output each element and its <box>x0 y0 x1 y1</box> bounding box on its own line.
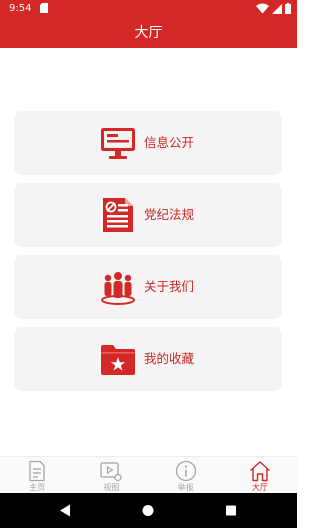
menu-item-about-us[interactable]: 关于我们 <box>14 255 282 319</box>
video-play-icon <box>100 462 122 482</box>
back-icon <box>60 504 70 517</box>
battery-icon <box>285 3 291 14</box>
page-title: 大厅 <box>134 25 163 41</box>
tab-label: 举报 <box>177 483 194 492</box>
status-icons <box>256 3 291 14</box>
home-circle-icon <box>142 505 154 516</box>
menu-item-my-favorites[interactable]: 我的收藏 <box>14 327 282 391</box>
system-nav-bar <box>0 493 297 528</box>
home-icon <box>249 461 270 482</box>
tab-label: 大厅 <box>251 483 268 492</box>
document-page-icon <box>29 460 45 482</box>
home-button[interactable] <box>128 493 168 528</box>
recents-icon <box>226 505 236 516</box>
menu-item-label: 信息公开 <box>144 135 195 150</box>
info-circle-icon <box>175 460 196 482</box>
monitor-icon <box>101 128 135 159</box>
menu-item-label: 党纪法规 <box>144 207 195 222</box>
signal-icon <box>272 3 282 14</box>
tab-hall[interactable]: 大厅 <box>223 457 297 493</box>
app-bar: 大厅 <box>0 17 297 48</box>
back-button[interactable] <box>46 493 86 528</box>
tab-label: 视图 <box>103 483 120 492</box>
menu-item-label: 我的收藏 <box>144 351 195 366</box>
status-time: 9:54 <box>9 3 32 14</box>
tab-home-page[interactable]: 主页 <box>0 457 74 493</box>
tab-label: 主页 <box>29 483 46 492</box>
bottom-nav: 主页 视图 举报 大厅 <box>0 456 297 493</box>
people-group-icon <box>101 272 135 305</box>
wifi-icon <box>256 3 269 14</box>
menu-item-party-regulations[interactable]: 党纪法规 <box>14 183 282 247</box>
status-bar: 9:54 <box>0 0 297 17</box>
recents-button[interactable] <box>211 493 251 528</box>
party-document-icon <box>103 198 133 232</box>
tab-view[interactable]: 视图 <box>74 457 148 493</box>
tab-report[interactable]: 举报 <box>149 457 223 493</box>
sim-card-icon <box>40 3 48 13</box>
menu-item-label: 关于我们 <box>144 279 195 294</box>
star-folder-icon <box>101 345 135 375</box>
menu-item-info-disclosure[interactable]: 信息公开 <box>14 111 282 175</box>
